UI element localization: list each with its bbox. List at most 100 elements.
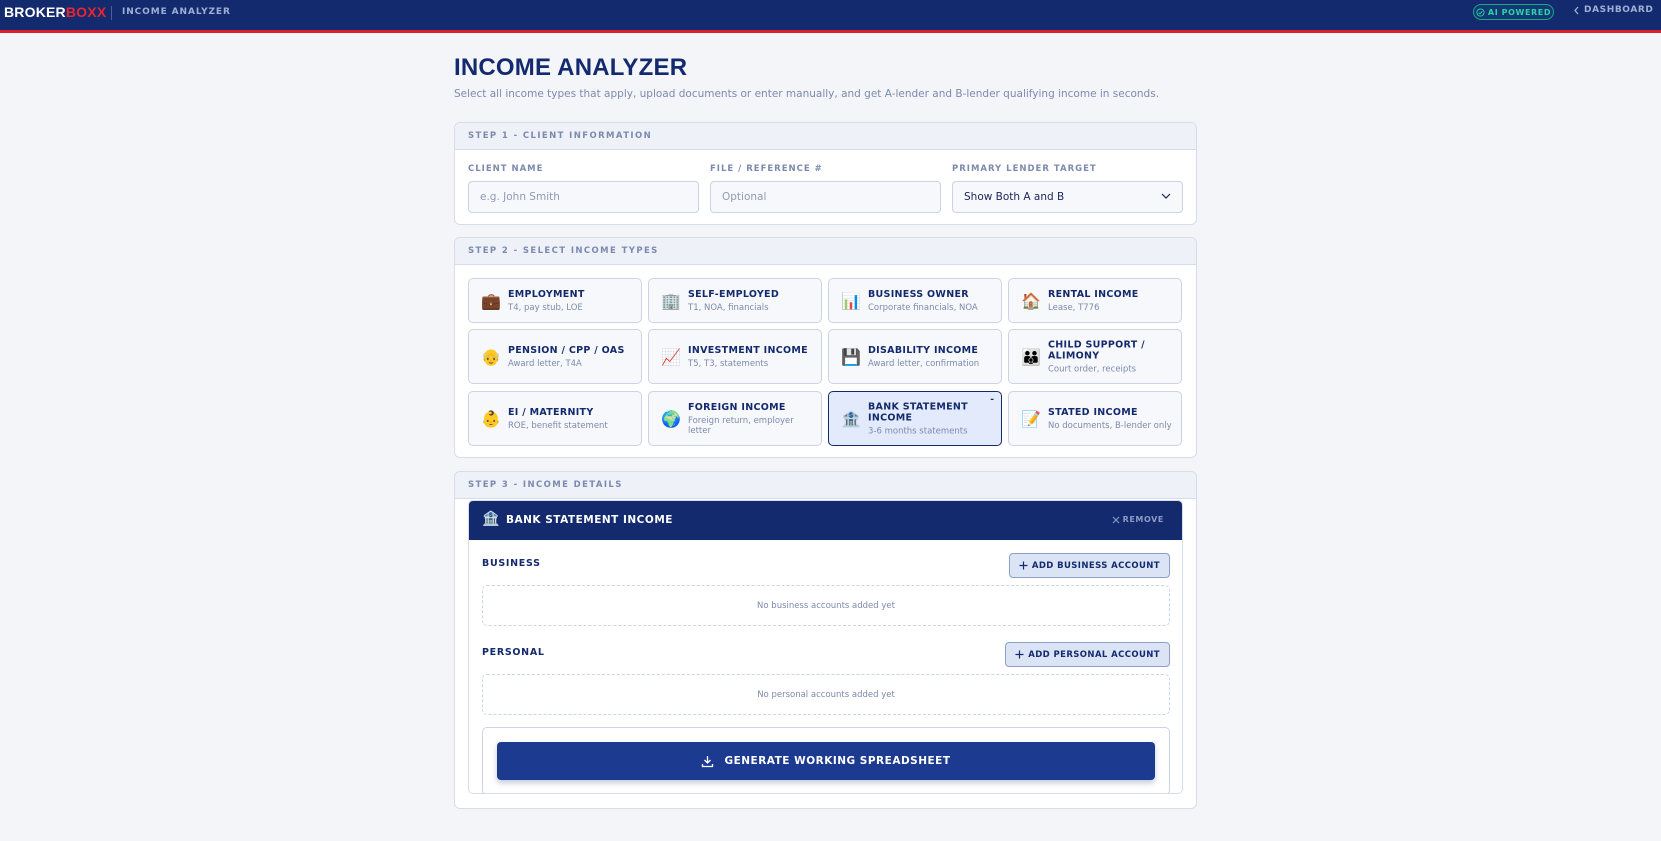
brand-logo[interactable]: BROKERBOXX <box>4 4 106 20</box>
income-type-subtitle: Corporate financials, NOA <box>868 302 978 313</box>
panel-title: BANK STATEMENT INCOME <box>506 514 673 526</box>
income-type-subtitle: T4, pay stub, LOE <box>508 302 583 313</box>
add-business-account-label: ADD BUSINESS ACCOUNT <box>1031 560 1160 571</box>
trend-chart-icon: 📈 <box>661 347 681 366</box>
bank-icon: 🏦 <box>841 409 861 428</box>
chevron-down-icon <box>1161 193 1171 199</box>
check-circle-icon <box>1476 7 1485 17</box>
income-type-disability[interactable]: 💾 DISABILITY INCOME Award letter, confirm… <box>828 329 1002 384</box>
add-business-account-button[interactable]: ADD BUSINESS ACCOUNT <box>1008 553 1170 578</box>
step1-heading: STEP 1 - CLIENT INFORMATION <box>455 123 1196 150</box>
file-reference-field: FILE / REFERENCE # Optional <box>710 164 941 213</box>
income-type-name: PENSION / CPP / OAS <box>508 344 625 356</box>
income-type-stated[interactable]: 📝 STATED INCOME No documents, B-lender on… <box>1008 391 1182 446</box>
income-type-name: SELF-EMPLOYED <box>688 288 780 300</box>
income-type-foreign[interactable]: 🌍 FOREIGN INCOME Foreign return, employer… <box>648 391 822 446</box>
generate-spreadsheet-label: GENERATE WORKING SPREADSHEET <box>724 755 951 767</box>
add-personal-account-button[interactable]: ADD PERSONAL ACCOUNT <box>1005 642 1170 667</box>
income-type-name: RENTAL INCOME <box>1048 288 1139 300</box>
app-name: INCOME ANALYZER <box>122 7 231 17</box>
income-type-subtitle: No documents, B-lender only <box>1048 420 1172 431</box>
income-type-subtitle: ROE, benefit statement <box>508 420 608 431</box>
house-icon: 🏠 <box>1021 291 1041 310</box>
lender-target-field: PRIMARY LENDER TARGET Show Both A and B <box>952 164 1183 213</box>
income-type-child-support[interactable]: 👪 CHILD SUPPORT / ALIMONY Court order, re… <box>1008 329 1182 384</box>
income-type-name: FOREIGN INCOME <box>688 401 786 413</box>
income-type-name: EI / MATERNITY <box>508 406 594 418</box>
income-type-rental[interactable]: 🏠 RENTAL INCOME Lease, T776 <box>1008 278 1182 323</box>
income-type-subtitle: T5, T3, statements <box>688 358 769 369</box>
income-type-bank-statement[interactable]: - 🏦 BANK STATEMENT INCOME 3-6 months stat… <box>828 391 1002 446</box>
step1-client-information-card: STEP 1 - CLIENT INFORMATION CLIENT NAME … <box>454 122 1197 225</box>
file-reference-label: FILE / REFERENCE # <box>710 164 823 174</box>
top-bar: BROKERBOXX INCOME ANALYZER AI POWERED DA… <box>0 0 1661 33</box>
income-type-subtitle: T1, NOA, financials <box>688 302 769 313</box>
income-type-name: EMPLOYMENT <box>508 288 585 300</box>
step2-heading: STEP 2 - SELECT INCOME TYPES <box>455 238 1196 265</box>
income-type-employment[interactable]: 💼 EMPLOYMENT T4, pay stub, LOE <box>468 278 642 323</box>
dashboard-link-label: DASHBOARD <box>1584 5 1654 15</box>
remove-label: REMOVE <box>1122 515 1164 524</box>
income-type-investment[interactable]: 📈 INVESTMENT INCOME T5, T3, statements <box>648 329 822 384</box>
page-subtitle: Select all income types that apply, uplo… <box>454 88 1160 100</box>
plus-icon <box>1015 650 1024 659</box>
lender-target-label: PRIMARY LENDER TARGET <box>952 164 1097 174</box>
income-type-ei-maternity[interactable]: 👶 EI / MATERNITY ROE, benefit statement <box>468 391 642 446</box>
briefcase-icon: 💼 <box>481 291 501 310</box>
income-type-name: STATED INCOME <box>1048 406 1138 418</box>
income-type-business-owner[interactable]: 📊 BUSINESS OWNER Corporate financials, NO… <box>828 278 1002 323</box>
logo-divider <box>111 6 112 20</box>
personal-section-label: PERSONAL <box>482 647 545 658</box>
business-section-label: BUSINESS <box>482 558 541 569</box>
generate-section: GENERATE WORKING SPREADSHEET <box>482 727 1170 793</box>
client-name-label: CLIENT NAME <box>468 164 544 174</box>
globe-icon: 🌍 <box>661 409 681 428</box>
client-name-input[interactable]: e.g. John Smith <box>468 181 699 213</box>
income-type-name: INVESTMENT INCOME <box>688 344 808 356</box>
close-icon <box>1112 516 1119 523</box>
income-type-subtitle: Foreign return, employer letter <box>688 415 794 436</box>
income-type-name: CHILD SUPPORT / ALIMONY <box>1048 339 1145 361</box>
income-type-subtitle: 3-6 months statements <box>868 426 968 436</box>
family-icon: 👪 <box>1021 347 1041 366</box>
remove-button[interactable]: REMOVE <box>1112 515 1164 524</box>
client-name-placeholder: e.g. John Smith <box>480 191 560 203</box>
income-type-name: DISABILITY INCOME <box>868 344 979 356</box>
income-type-name: BUSINESS OWNER <box>868 288 969 300</box>
download-icon <box>702 755 714 767</box>
income-type-pension[interactable]: 👴 PENSION / CPP / OAS Award letter, T4A <box>468 329 642 384</box>
income-type-subtitle: Court order, receipts <box>1048 364 1137 374</box>
bank-statement-panel-header: 🏦 BANK STATEMENT INCOME REMOVE <box>469 501 1182 540</box>
personal-accounts-empty: No personal accounts added yet <box>482 674 1170 715</box>
income-type-name: BANK STATEMENT INCOME <box>868 401 968 423</box>
lender-target-value: Show Both A and B <box>964 191 1065 203</box>
income-type-subtitle: Award letter, T4A <box>508 358 582 369</box>
elder-icon: 👴 <box>481 347 501 366</box>
add-personal-account-label: ADD PERSONAL ACCOUNT <box>1028 649 1160 660</box>
memo-icon: 📝 <box>1021 409 1041 428</box>
ai-powered-badge: AI POWERED <box>1473 4 1554 20</box>
bar-chart-icon: 📊 <box>841 291 861 310</box>
generate-spreadsheet-button[interactable]: GENERATE WORKING SPREADSHEET <box>497 742 1155 780</box>
file-reference-placeholder: Optional <box>722 191 767 203</box>
dashboard-link[interactable]: DASHBOARD <box>1573 5 1654 15</box>
income-type-subtitle: Lease, T776 <box>1048 302 1100 313</box>
baby-icon: 👶 <box>481 409 501 428</box>
income-type-self-employed[interactable]: 🏢 SELF-EMPLOYED T1, NOA, financials <box>648 278 822 323</box>
file-reference-input[interactable]: Optional <box>710 181 941 213</box>
logo-text-boxx: BOXX <box>65 4 107 20</box>
lender-target-select[interactable]: Show Both A and B <box>952 181 1183 213</box>
logo-text-broker: BROKER <box>4 4 66 20</box>
client-name-field: CLIENT NAME e.g. John Smith <box>468 164 699 213</box>
page-title: INCOME ANALYZER <box>454 54 688 81</box>
office-building-icon: 🏢 <box>661 291 681 310</box>
plus-icon <box>1019 561 1028 570</box>
business-accounts-empty: No business accounts added yet <box>482 585 1170 626</box>
chevron-left-icon <box>1574 6 1579 14</box>
bank-statement-panel: 🏦 BANK STATEMENT INCOME REMOVE BUSINESS … <box>468 500 1183 794</box>
income-type-subtitle: Award letter, confirmation <box>868 358 980 369</box>
ai-badge-label: AI POWERED <box>1487 7 1552 17</box>
bank-icon: 🏦 <box>482 511 500 527</box>
step2-income-types-card: STEP 2 - SELECT INCOME TYPES 💼 EMPLOYMEN… <box>454 237 1197 458</box>
floppy-disk-icon: 💾 <box>841 347 861 366</box>
